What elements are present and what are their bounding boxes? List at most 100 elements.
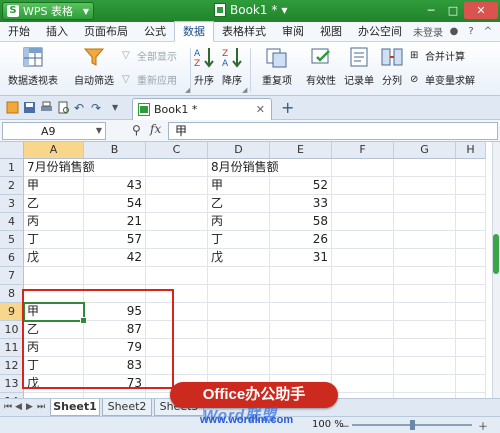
cell-f5[interactable] [332, 231, 394, 249]
cell-d9[interactable] [208, 303, 270, 321]
row-header-11[interactable]: 11 [0, 339, 24, 357]
show-all-button[interactable]: ▽ 全部显示 [122, 48, 177, 64]
cell-c4[interactable] [146, 213, 208, 231]
column-header-h[interactable]: H [456, 142, 486, 159]
search-icon[interactable]: ⚲ [132, 123, 141, 137]
cell-f12[interactable] [332, 357, 394, 375]
cell-c1[interactable] [146, 159, 208, 177]
cell-h11[interactable] [456, 339, 486, 357]
cell-e3[interactable]: 33 [270, 195, 332, 213]
column-header-c[interactable]: C [146, 142, 208, 159]
cell-f11[interactable] [332, 339, 394, 357]
goal-seek-button[interactable]: ⊘ 单变量求解 [410, 72, 475, 88]
cell-a11[interactable]: 丙 [24, 339, 84, 357]
cell-g7[interactable] [394, 267, 456, 285]
row-header-10[interactable]: 10 [0, 321, 24, 339]
cell-g4[interactable] [394, 213, 456, 231]
cell-h5[interactable] [456, 231, 486, 249]
wps-home-icon[interactable] [6, 101, 19, 114]
column-header-f[interactable]: F [332, 142, 394, 159]
cell-b6[interactable]: 42 [84, 249, 146, 267]
record-form-button[interactable]: 记录单 [342, 45, 376, 87]
app-menu-button[interactable]: S WPS 表格 ▼ [2, 2, 94, 20]
reapply-button[interactable]: ▽ 重新应用 [122, 72, 177, 88]
cell-a6[interactable]: 戊 [24, 249, 84, 267]
chevron-down-icon[interactable]: ▼ [96, 126, 102, 135]
cell-b2[interactable]: 43 [84, 177, 146, 195]
row-header-4[interactable]: 4 [0, 213, 24, 231]
cell-d5[interactable]: 丁 [208, 231, 270, 249]
cell-e1[interactable] [270, 159, 332, 177]
cell-a8[interactable] [24, 285, 84, 303]
cell-f3[interactable] [332, 195, 394, 213]
cell-h4[interactable] [456, 213, 486, 231]
cell-b12[interactable]: 83 [84, 357, 146, 375]
cell-a3[interactable]: 乙 [24, 195, 84, 213]
cell-f6[interactable] [332, 249, 394, 267]
cell-c12[interactable] [146, 357, 208, 375]
cell-f1[interactable] [332, 159, 394, 177]
cell-d3[interactable]: 乙 [208, 195, 270, 213]
maximize-button[interactable]: □ [442, 2, 464, 19]
cell-g3[interactable] [394, 195, 456, 213]
cell-e6[interactable]: 31 [270, 249, 332, 267]
cell-f2[interactable] [332, 177, 394, 195]
cell-d8[interactable] [208, 285, 270, 303]
tab-formulas[interactable]: 公式 [136, 22, 174, 42]
user-icon[interactable]: ● [448, 26, 460, 38]
save-icon[interactable] [23, 101, 36, 114]
formula-input[interactable]: 甲 [168, 122, 498, 140]
cell-d4[interactable]: 丙 [208, 213, 270, 231]
cell-c6[interactable] [146, 249, 208, 267]
cell-g5[interactable] [394, 231, 456, 249]
cell-h7[interactable] [456, 267, 486, 285]
cell-g6[interactable] [394, 249, 456, 267]
merge-calc-button[interactable]: ⊞ 合并计算 [410, 48, 465, 64]
column-header-a[interactable]: A [24, 142, 84, 159]
cell-e11[interactable] [270, 339, 332, 357]
close-tab-icon[interactable]: ✕ [256, 103, 265, 116]
tab-view[interactable]: 视图 [312, 22, 350, 42]
cell-a10[interactable]: 乙 [24, 321, 84, 339]
row-header-3[interactable]: 3 [0, 195, 24, 213]
cell-b1[interactable] [84, 159, 146, 177]
cell-d11[interactable] [208, 339, 270, 357]
tab-table-style[interactable]: 表格样式 [214, 22, 274, 42]
cell-g2[interactable] [394, 177, 456, 195]
row-header-8[interactable]: 8 [0, 285, 24, 303]
cell-f8[interactable] [332, 285, 394, 303]
cell-f13[interactable] [332, 375, 394, 393]
cell-e9[interactable] [270, 303, 332, 321]
next-sheet-icon[interactable]: ▶ [26, 402, 33, 412]
select-all-corner[interactable] [0, 142, 24, 159]
customize-toolbar-icon[interactable]: ▼ [112, 103, 125, 116]
cell-b8[interactable] [84, 285, 146, 303]
cell-b7[interactable] [84, 267, 146, 285]
cell-h8[interactable] [456, 285, 486, 303]
row-header-13[interactable]: 13 [0, 375, 24, 393]
cell-g9[interactable] [394, 303, 456, 321]
cell-d12[interactable] [208, 357, 270, 375]
cell-c5[interactable] [146, 231, 208, 249]
tab-office-space[interactable]: 办公空间 [350, 22, 410, 42]
name-box[interactable]: A9 ▼ [2, 122, 106, 140]
vertical-scrollbar[interactable] [492, 142, 500, 398]
undo-icon[interactable]: ↶ [74, 101, 87, 115]
cell-g8[interactable] [394, 285, 456, 303]
cell-d1[interactable]: 8月份销售额 [208, 159, 279, 177]
last-sheet-icon[interactable]: ⏭ [37, 402, 45, 412]
prev-sheet-icon[interactable]: ◀ [15, 402, 22, 412]
row-header-6[interactable]: 6 [0, 249, 24, 267]
cell-b9[interactable]: 95 [84, 303, 146, 321]
tab-home[interactable]: 开始 [0, 22, 38, 42]
collapse-ribbon-icon[interactable]: ^ [482, 26, 494, 38]
zoom-out-icon[interactable]: － [340, 418, 350, 433]
cell-e5[interactable]: 26 [270, 231, 332, 249]
print-preview-icon[interactable] [57, 101, 70, 114]
cell-h2[interactable] [456, 177, 486, 195]
cell-b5[interactable]: 57 [84, 231, 146, 249]
tab-data[interactable]: 数据 [174, 21, 214, 42]
cell-h13[interactable] [456, 375, 486, 393]
cell-e4[interactable]: 58 [270, 213, 332, 231]
cell-h3[interactable] [456, 195, 486, 213]
